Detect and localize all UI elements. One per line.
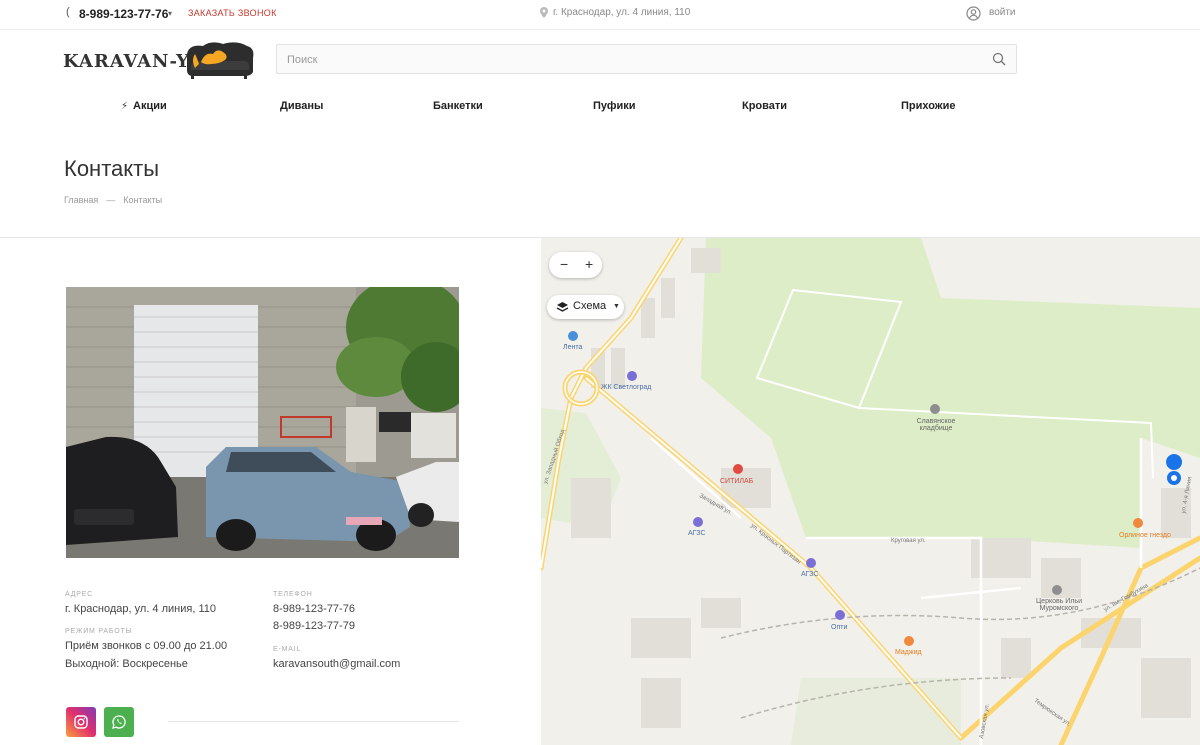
map-poi-madjid[interactable]: Маджид <box>895 649 922 656</box>
hours-value-line2: Выходной: Воскресенье <box>65 658 188 670</box>
page-title: Контакты <box>64 156 160 181</box>
nav-item-sales[interactable]: ⚡ Акции <box>121 100 167 112</box>
map-poi-ags1[interactable]: АГЗС <box>688 530 706 537</box>
sofa-logo-icon <box>187 42 254 79</box>
address-label: АДРЕС <box>65 591 94 598</box>
breadcrumb: Главная — Контакты <box>64 195 162 205</box>
map-poi-orlinoe[interactable]: Орлиное гнездо <box>1119 532 1171 539</box>
nav-item-poufs[interactable]: Пуфики <box>593 100 636 112</box>
whatsapp-button[interactable] <box>104 707 134 737</box>
search-box <box>276 44 1017 74</box>
map-poi-cemetery[interactable]: Славянское кладбище <box>911 418 961 432</box>
nav-item-beds[interactable]: Кровати <box>742 100 787 112</box>
chevron-down-icon[interactable]: ▾ <box>168 9 172 18</box>
email-link[interactable]: karavansouth@gmail.com <box>273 658 400 670</box>
nav-item-benches[interactable]: Банкетки <box>433 100 483 112</box>
map-layer-selector[interactable]: Схема ▼ <box>547 295 624 319</box>
hours-value-line1: Приём звонков с 09.00 до 21.00 <box>65 640 228 652</box>
map-poi-opti[interactable]: Опти <box>831 624 847 631</box>
map-zoom-control: − + <box>549 252 602 278</box>
bolt-icon: ⚡ <box>121 101 129 112</box>
map-canvas[interactable] <box>541 238 1200 745</box>
instagram-icon <box>74 715 88 729</box>
user-icon[interactable] <box>966 6 981 21</box>
breadcrumb-separator: — <box>106 195 116 205</box>
address-value: г. Краснодар, ул. 4 линия, 110 <box>65 603 216 615</box>
social-divider <box>168 721 459 722</box>
hours-label: РЕЖИМ РАБОТЫ <box>65 628 133 635</box>
logo[interactable]: KARAVAN-YG <box>63 38 258 80</box>
phone-link-1[interactable]: 8-989-123-77-76 <box>273 603 355 615</box>
layers-icon <box>556 302 569 312</box>
top-bar: ( 8-989-123-77-76 ▾ ЗАКАЗАТЬ ЗВОНОК г. К… <box>0 0 1200 30</box>
zoom-in-button[interactable]: + <box>585 256 593 272</box>
map-poi-ags2[interactable]: АГЗС <box>801 571 819 578</box>
store-photo <box>66 287 459 558</box>
zoom-out-button[interactable]: − <box>560 256 568 272</box>
instagram-button[interactable] <box>66 707 96 737</box>
main-nav: ⚡ Акции Диваны Банкетки Пуфики Кровати Пр… <box>0 96 1200 116</box>
breadcrumb-home[interactable]: Главная <box>64 195 98 205</box>
callback-link[interactable]: ЗАКАЗАТЬ ЗВОНОК <box>188 8 277 18</box>
map-poi-church[interactable]: Церковь Ильи Муромского <box>1031 598 1087 612</box>
phone-link-2[interactable]: 8-989-123-77-79 <box>273 620 355 632</box>
top-phone-link[interactable]: 8-989-123-77-76 <box>79 7 168 21</box>
map-street-label: Круговая ул. <box>891 538 926 544</box>
map-widget[interactable]: Лента ЖК Светлоград Славянское кладбище … <box>541 238 1200 745</box>
location-pin-icon <box>540 7 548 18</box>
login-link[interactable]: войти <box>989 7 1016 18</box>
search-input[interactable] <box>287 51 977 69</box>
top-address: г. Краснодар, ул. 4 линия, 110 <box>553 7 691 18</box>
phone-icon: ( <box>66 6 70 18</box>
chevron-down-icon: ▼ <box>613 303 620 310</box>
nav-item-sofas[interactable]: Диваны <box>280 100 323 112</box>
map-poi-sitilab[interactable]: СИТИЛАБ <box>720 478 753 485</box>
search-icon[interactable] <box>992 52 1006 66</box>
phone-label: ТЕЛЕФОН <box>273 591 313 598</box>
whatsapp-icon <box>112 715 126 729</box>
map-poi-lenta[interactable]: Лента <box>563 344 582 351</box>
map-poi-svetlograd[interactable]: ЖК Светлоград <box>601 384 651 391</box>
breadcrumb-current: Контакты <box>123 195 163 205</box>
email-label: E-MAIL <box>273 646 302 653</box>
nav-item-label: Акции <box>133 100 167 112</box>
nav-item-hallways[interactable]: Прихожие <box>901 100 955 112</box>
map-layer-label: Схема <box>573 300 607 312</box>
